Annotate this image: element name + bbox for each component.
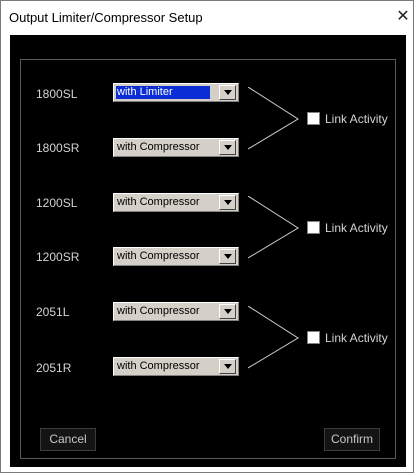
mode-select-1800sl[interactable]: with Limiter <box>113 83 239 102</box>
mode-select-1200sr[interactable]: with Compressor <box>113 247 239 266</box>
chevron-down-icon[interactable] <box>219 359 236 374</box>
channel-label-1800sr: 1800SR <box>36 141 80 155</box>
link-bracket <box>248 196 299 259</box>
link-activity-label: Link Activity <box>325 112 388 126</box>
cancel-button[interactable]: Cancel <box>40 428 96 451</box>
mode-select-value: with Compressor <box>117 250 200 262</box>
title-bar[interactable]: Output Limiter/Compressor Setup ✕ <box>1 1 413 35</box>
link-activity-checkbox-1[interactable]: Link Activity <box>307 111 397 127</box>
close-icon[interactable]: ✕ <box>393 5 413 29</box>
checkbox-box[interactable] <box>307 331 320 344</box>
chevron-down-icon[interactable] <box>219 140 236 155</box>
mode-select-value: with Limiter <box>116 86 210 99</box>
mode-select-value: with Compressor <box>117 305 200 317</box>
link-activity-label: Link Activity <box>325 331 388 345</box>
checkbox-box[interactable] <box>307 112 320 125</box>
mode-select-value: with Compressor <box>117 196 200 208</box>
channel-label-2051r: 2051R <box>36 361 72 375</box>
chevron-down-icon[interactable] <box>219 249 236 264</box>
chevron-down-icon[interactable] <box>219 85 236 100</box>
link-activity-checkbox-2[interactable]: Link Activity <box>307 220 397 236</box>
channel-label-1200sl: 1200SL <box>36 196 78 210</box>
chevron-down-icon[interactable] <box>219 304 236 319</box>
setup-panel: 1800SL with Limiter 1800SR with Compress… <box>10 35 406 467</box>
confirm-button[interactable]: Confirm <box>324 428 380 451</box>
mode-select-2051r[interactable]: with Compressor <box>113 357 239 376</box>
channel-label-1800sl: 1800SL <box>36 87 78 101</box>
mode-select-value: with Compressor <box>117 360 200 372</box>
mode-select-1200sl[interactable]: with Compressor <box>113 193 239 212</box>
link-activity-checkbox-3[interactable]: Link Activity <box>307 330 397 346</box>
chevron-down-icon[interactable] <box>219 195 236 210</box>
mode-select-1800sr[interactable]: with Compressor <box>113 138 239 157</box>
mode-select-value: with Compressor <box>117 141 200 153</box>
link-bracket <box>248 306 299 369</box>
window-title: Output Limiter/Compressor Setup <box>9 10 203 25</box>
mode-select-2051l[interactable]: with Compressor <box>113 302 239 321</box>
link-activity-label: Link Activity <box>325 221 388 235</box>
checkbox-box[interactable] <box>307 221 320 234</box>
channel-label-2051l: 2051L <box>36 305 70 319</box>
link-bracket <box>248 87 299 150</box>
dialog-window: Output Limiter/Compressor Setup ✕ 1800SL… <box>0 0 414 473</box>
channel-label-1200sr: 1200SR <box>36 250 80 264</box>
